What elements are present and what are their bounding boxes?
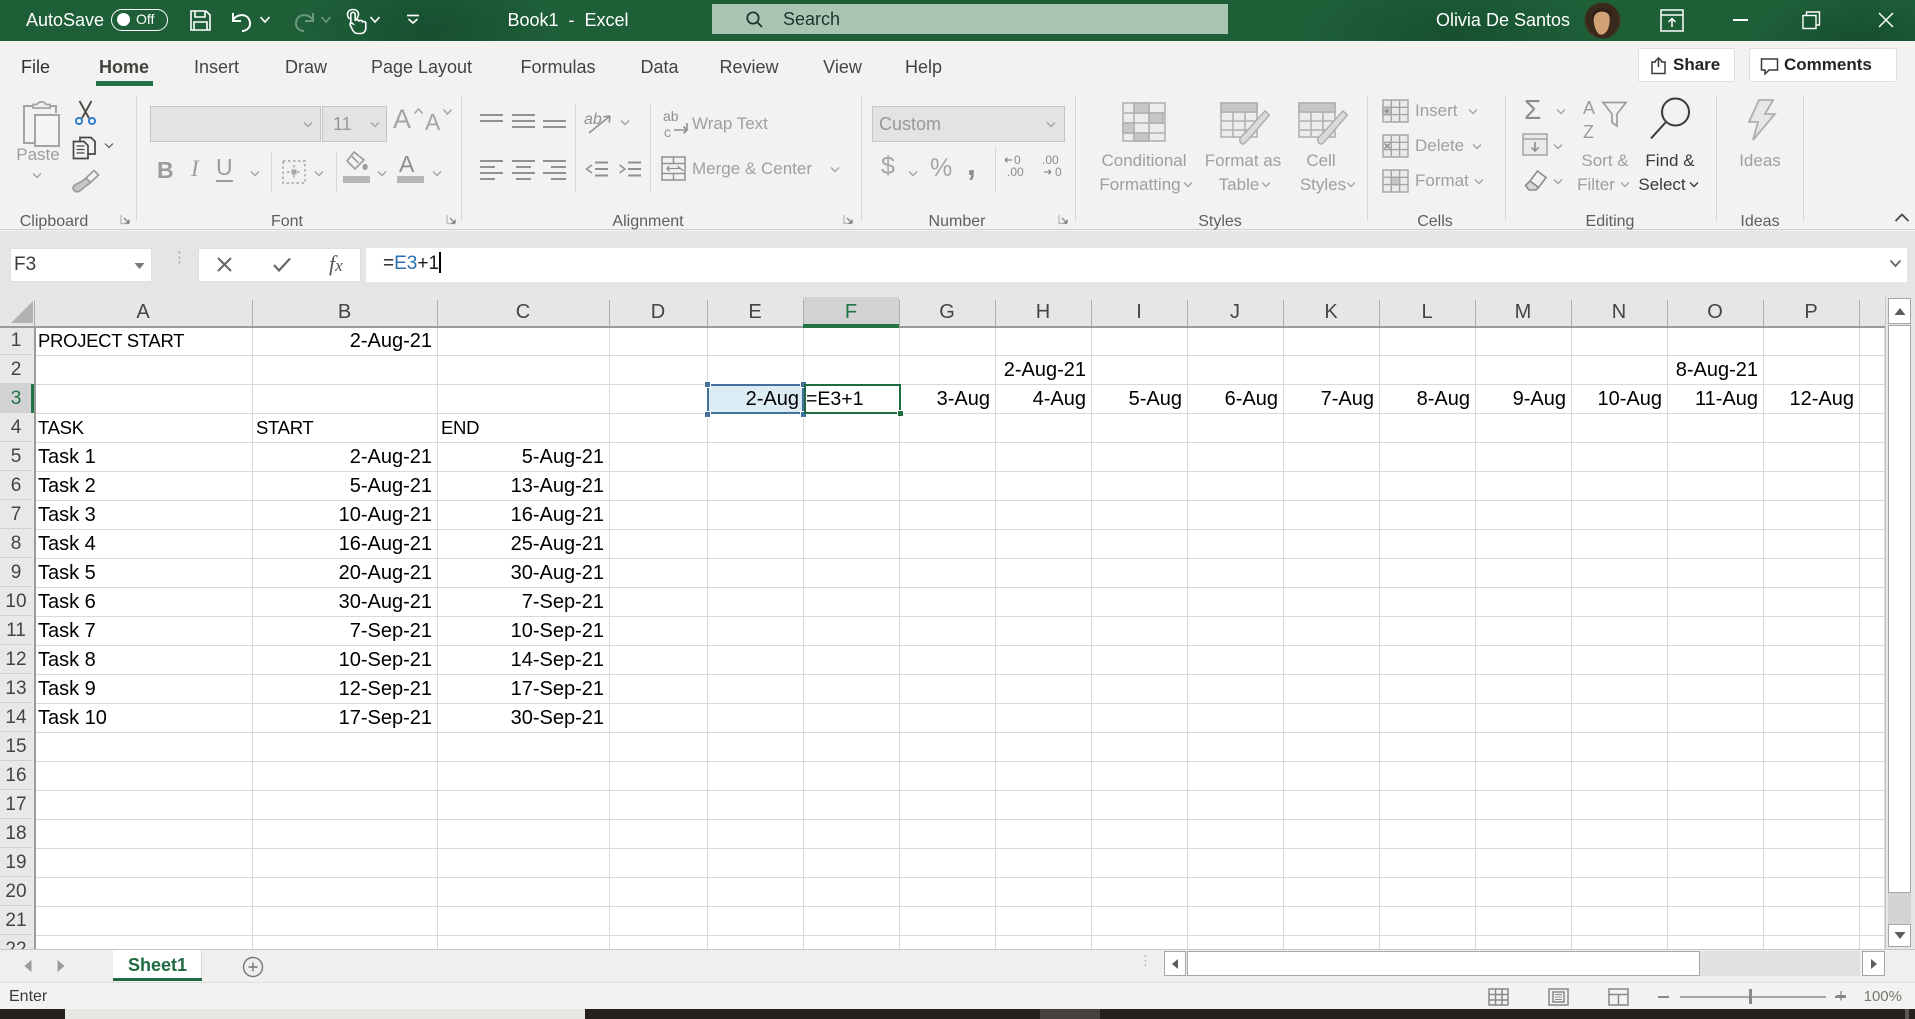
svg-text:Z: Z: [1583, 122, 1594, 141]
svg-text:0: 0: [1055, 165, 1062, 179]
svg-text:A: A: [1583, 99, 1595, 118]
svg-text:c: c: [664, 124, 671, 138]
svg-text:.00: .00: [1007, 165, 1024, 179]
svg-text:ab: ab: [663, 110, 679, 124]
